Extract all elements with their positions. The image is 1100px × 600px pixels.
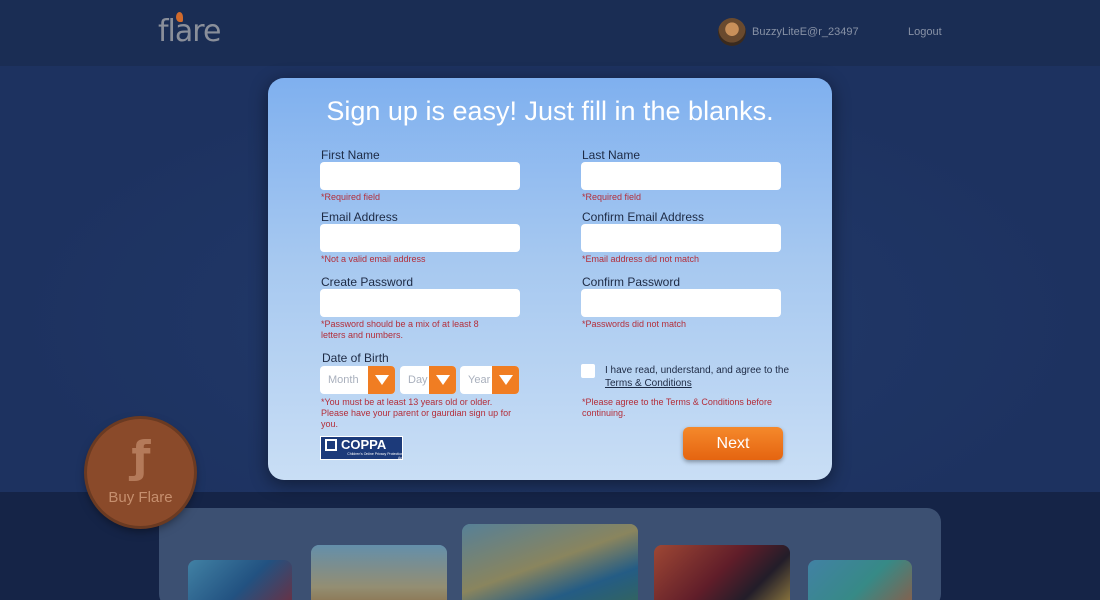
terms-agree-label: I have read, understand, and agree to th… bbox=[605, 365, 790, 376]
buy-flare-label: Buy Flare bbox=[108, 489, 173, 506]
buy-flare-button[interactable]: ƒ Buy Flare bbox=[87, 419, 194, 526]
dob-month-select[interactable]: Month bbox=[320, 366, 395, 394]
dob-label: Date of Birth bbox=[322, 351, 389, 365]
email-input[interactable] bbox=[320, 224, 520, 252]
game-thumbnail[interactable] bbox=[462, 524, 638, 600]
coppa-badge: COPPA Children's Online Privacy Protecti… bbox=[320, 436, 403, 460]
thumbnail-overlay bbox=[654, 545, 790, 600]
dob-month-placeholder: Month bbox=[328, 374, 359, 386]
avatar[interactable] bbox=[718, 18, 746, 46]
logo-flame-icon bbox=[176, 12, 183, 22]
password-input[interactable] bbox=[320, 289, 520, 317]
game-thumbnail[interactable] bbox=[188, 560, 292, 600]
next-button[interactable]: Next bbox=[683, 427, 783, 460]
email-error: *Not a valid email address bbox=[321, 254, 426, 264]
game-thumbnail[interactable] bbox=[654, 545, 790, 600]
terms-checkbox[interactable] bbox=[581, 364, 595, 378]
flare-logo[interactable]: flare bbox=[158, 14, 221, 49]
confirm-password-error: *Passwords did not match bbox=[582, 319, 687, 329]
password-label: Create Password bbox=[321, 275, 414, 289]
chevron-down-icon[interactable] bbox=[492, 366, 519, 394]
thumbnail-overlay bbox=[462, 524, 638, 600]
flare-flame-icon: ƒ bbox=[131, 432, 151, 483]
dob-day-placeholder: Day bbox=[408, 374, 428, 386]
terms-link[interactable]: Terms & Conditions bbox=[605, 378, 692, 389]
signup-dialog: Sign up is easy! Just fill in the blanks… bbox=[268, 78, 832, 480]
chevron-down-icon[interactable] bbox=[368, 366, 395, 394]
game-thumbnail[interactable] bbox=[808, 560, 912, 600]
last-name-error: *Required field bbox=[582, 192, 642, 202]
confirm-email-error: *Email address did not match bbox=[582, 254, 700, 264]
first-name-input[interactable] bbox=[320, 162, 520, 190]
email-label: Email Address bbox=[321, 210, 398, 224]
first-name-error: *Required field bbox=[321, 192, 381, 202]
thumbnail-overlay bbox=[188, 560, 292, 600]
password-error: *Password should be a mix of at least 8 … bbox=[321, 319, 479, 340]
dob-error: *You must be at least 13 years old or ol… bbox=[321, 397, 512, 429]
confirm-password-input[interactable] bbox=[581, 289, 781, 317]
coppa-check-icon bbox=[325, 439, 337, 451]
first-name-label: First Name bbox=[321, 148, 380, 162]
last-name-input[interactable] bbox=[581, 162, 781, 190]
thumbnail-overlay bbox=[808, 560, 912, 600]
coppa-subtitle: Children's Online Privacy Protection Act bbox=[347, 452, 403, 460]
dob-day-select[interactable]: Day bbox=[400, 366, 456, 394]
confirm-email-input[interactable] bbox=[581, 224, 781, 252]
username-label[interactable]: BuzzyLiteE@r_23497 bbox=[752, 26, 859, 38]
confirm-password-label: Confirm Password bbox=[582, 275, 681, 289]
coppa-title: COPPA bbox=[341, 437, 387, 452]
terms-agree-text: I have read, understand, and agree to th… bbox=[605, 364, 805, 390]
logout-link[interactable]: Logout bbox=[908, 26, 942, 38]
thumbnail-overlay bbox=[311, 545, 447, 600]
terms-error: *Please agree to the Terms & Conditions … bbox=[582, 397, 772, 418]
last-name-label: Last Name bbox=[582, 148, 641, 162]
dob-year-placeholder: Year bbox=[468, 374, 491, 386]
chevron-down-icon[interactable] bbox=[429, 366, 456, 394]
top-bar: flare BuzzyLiteE@r_23497 Logout bbox=[0, 0, 1100, 66]
game-thumbnail[interactable] bbox=[311, 545, 447, 600]
dob-year-select[interactable]: Year bbox=[460, 366, 519, 394]
confirm-email-label: Confirm Email Address bbox=[582, 210, 705, 224]
dialog-title: Sign up is easy! Just fill in the blanks… bbox=[326, 96, 774, 126]
